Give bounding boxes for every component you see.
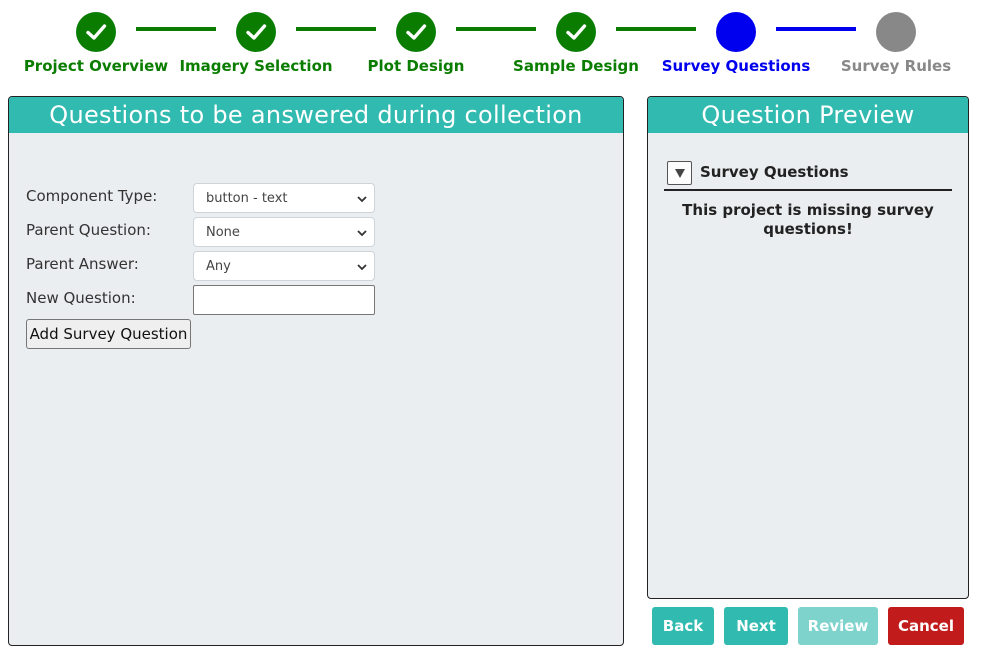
step-label: Imagery Selection bbox=[179, 57, 333, 75]
step-label: Survey Rules bbox=[840, 57, 952, 75]
parent-question-label: Parent Question: bbox=[26, 221, 151, 239]
new-question-input[interactable] bbox=[193, 285, 375, 315]
step-label: Plot Design bbox=[367, 57, 465, 75]
step-plot-design[interactable]: Plot Design bbox=[326, 12, 506, 75]
parent-answer-value: Any bbox=[206, 258, 231, 274]
review-button[interactable]: Review bbox=[798, 607, 878, 645]
new-question-row: New Question: bbox=[26, 285, 386, 315]
step-label: Survey Questions bbox=[661, 57, 811, 75]
step-current-circle bbox=[716, 12, 756, 52]
survey-questions-heading: Survey Questions bbox=[700, 163, 849, 181]
chevron-down-icon bbox=[357, 196, 367, 203]
chevron-down-icon bbox=[357, 264, 367, 271]
back-button[interactable]: Back bbox=[652, 607, 714, 645]
component-type-row: Component Type: button - text bbox=[26, 183, 386, 213]
wizard-stepper: Project Overview Imagery Selection Plot … bbox=[0, 0, 983, 90]
triangle-down-icon bbox=[674, 169, 685, 178]
parent-question-select[interactable]: None bbox=[193, 217, 375, 247]
step-imagery-selection[interactable]: Imagery Selection bbox=[166, 12, 346, 75]
questions-panel: Questions to be answered during collecti… bbox=[8, 96, 624, 646]
questions-panel-title: Questions to be answered during collecti… bbox=[9, 97, 623, 133]
missing-questions-message: This project is missing survey questions… bbox=[664, 201, 952, 239]
new-question-label: New Question: bbox=[26, 289, 136, 307]
step-complete-circle bbox=[76, 12, 116, 52]
component-type-label: Component Type: bbox=[26, 187, 158, 205]
step-survey-questions[interactable]: Survey Questions bbox=[646, 12, 826, 75]
add-survey-question-button[interactable]: Add Survey Question bbox=[26, 319, 191, 349]
collapse-button[interactable] bbox=[667, 161, 692, 185]
parent-question-row: Parent Question: None bbox=[26, 217, 386, 247]
check-icon bbox=[566, 24, 587, 40]
question-preview-title: Question Preview bbox=[648, 97, 968, 133]
step-sample-design[interactable]: Sample Design bbox=[486, 12, 666, 75]
step-label: Sample Design bbox=[513, 57, 639, 75]
question-preview-panel: Question Preview Survey Questions This p… bbox=[647, 96, 969, 599]
step-label: Project Overview bbox=[23, 57, 169, 75]
step-survey-rules[interactable]: Survey Rules bbox=[806, 12, 983, 75]
cancel-button[interactable]: Cancel bbox=[888, 607, 964, 645]
missing-message-line: This project is missing survey bbox=[682, 201, 934, 219]
parent-answer-select[interactable]: Any bbox=[193, 251, 375, 281]
step-complete-circle bbox=[556, 12, 596, 52]
parent-question-value: None bbox=[206, 224, 240, 240]
component-type-value: button - text bbox=[206, 190, 288, 206]
check-icon bbox=[246, 24, 267, 40]
parent-answer-label: Parent Answer: bbox=[26, 255, 139, 273]
step-project-overview[interactable]: Project Overview bbox=[6, 12, 186, 75]
parent-answer-row: Parent Answer: Any bbox=[26, 251, 386, 281]
check-icon bbox=[406, 24, 427, 40]
step-complete-circle bbox=[236, 12, 276, 52]
next-button[interactable]: Next bbox=[724, 607, 788, 645]
step-complete-circle bbox=[396, 12, 436, 52]
check-icon bbox=[86, 24, 107, 40]
missing-message-line: questions! bbox=[763, 220, 853, 238]
survey-questions-header: Survey Questions bbox=[664, 157, 952, 191]
step-upcoming-circle bbox=[876, 12, 916, 52]
chevron-down-icon bbox=[357, 230, 367, 237]
component-type-select[interactable]: button - text bbox=[193, 183, 375, 213]
